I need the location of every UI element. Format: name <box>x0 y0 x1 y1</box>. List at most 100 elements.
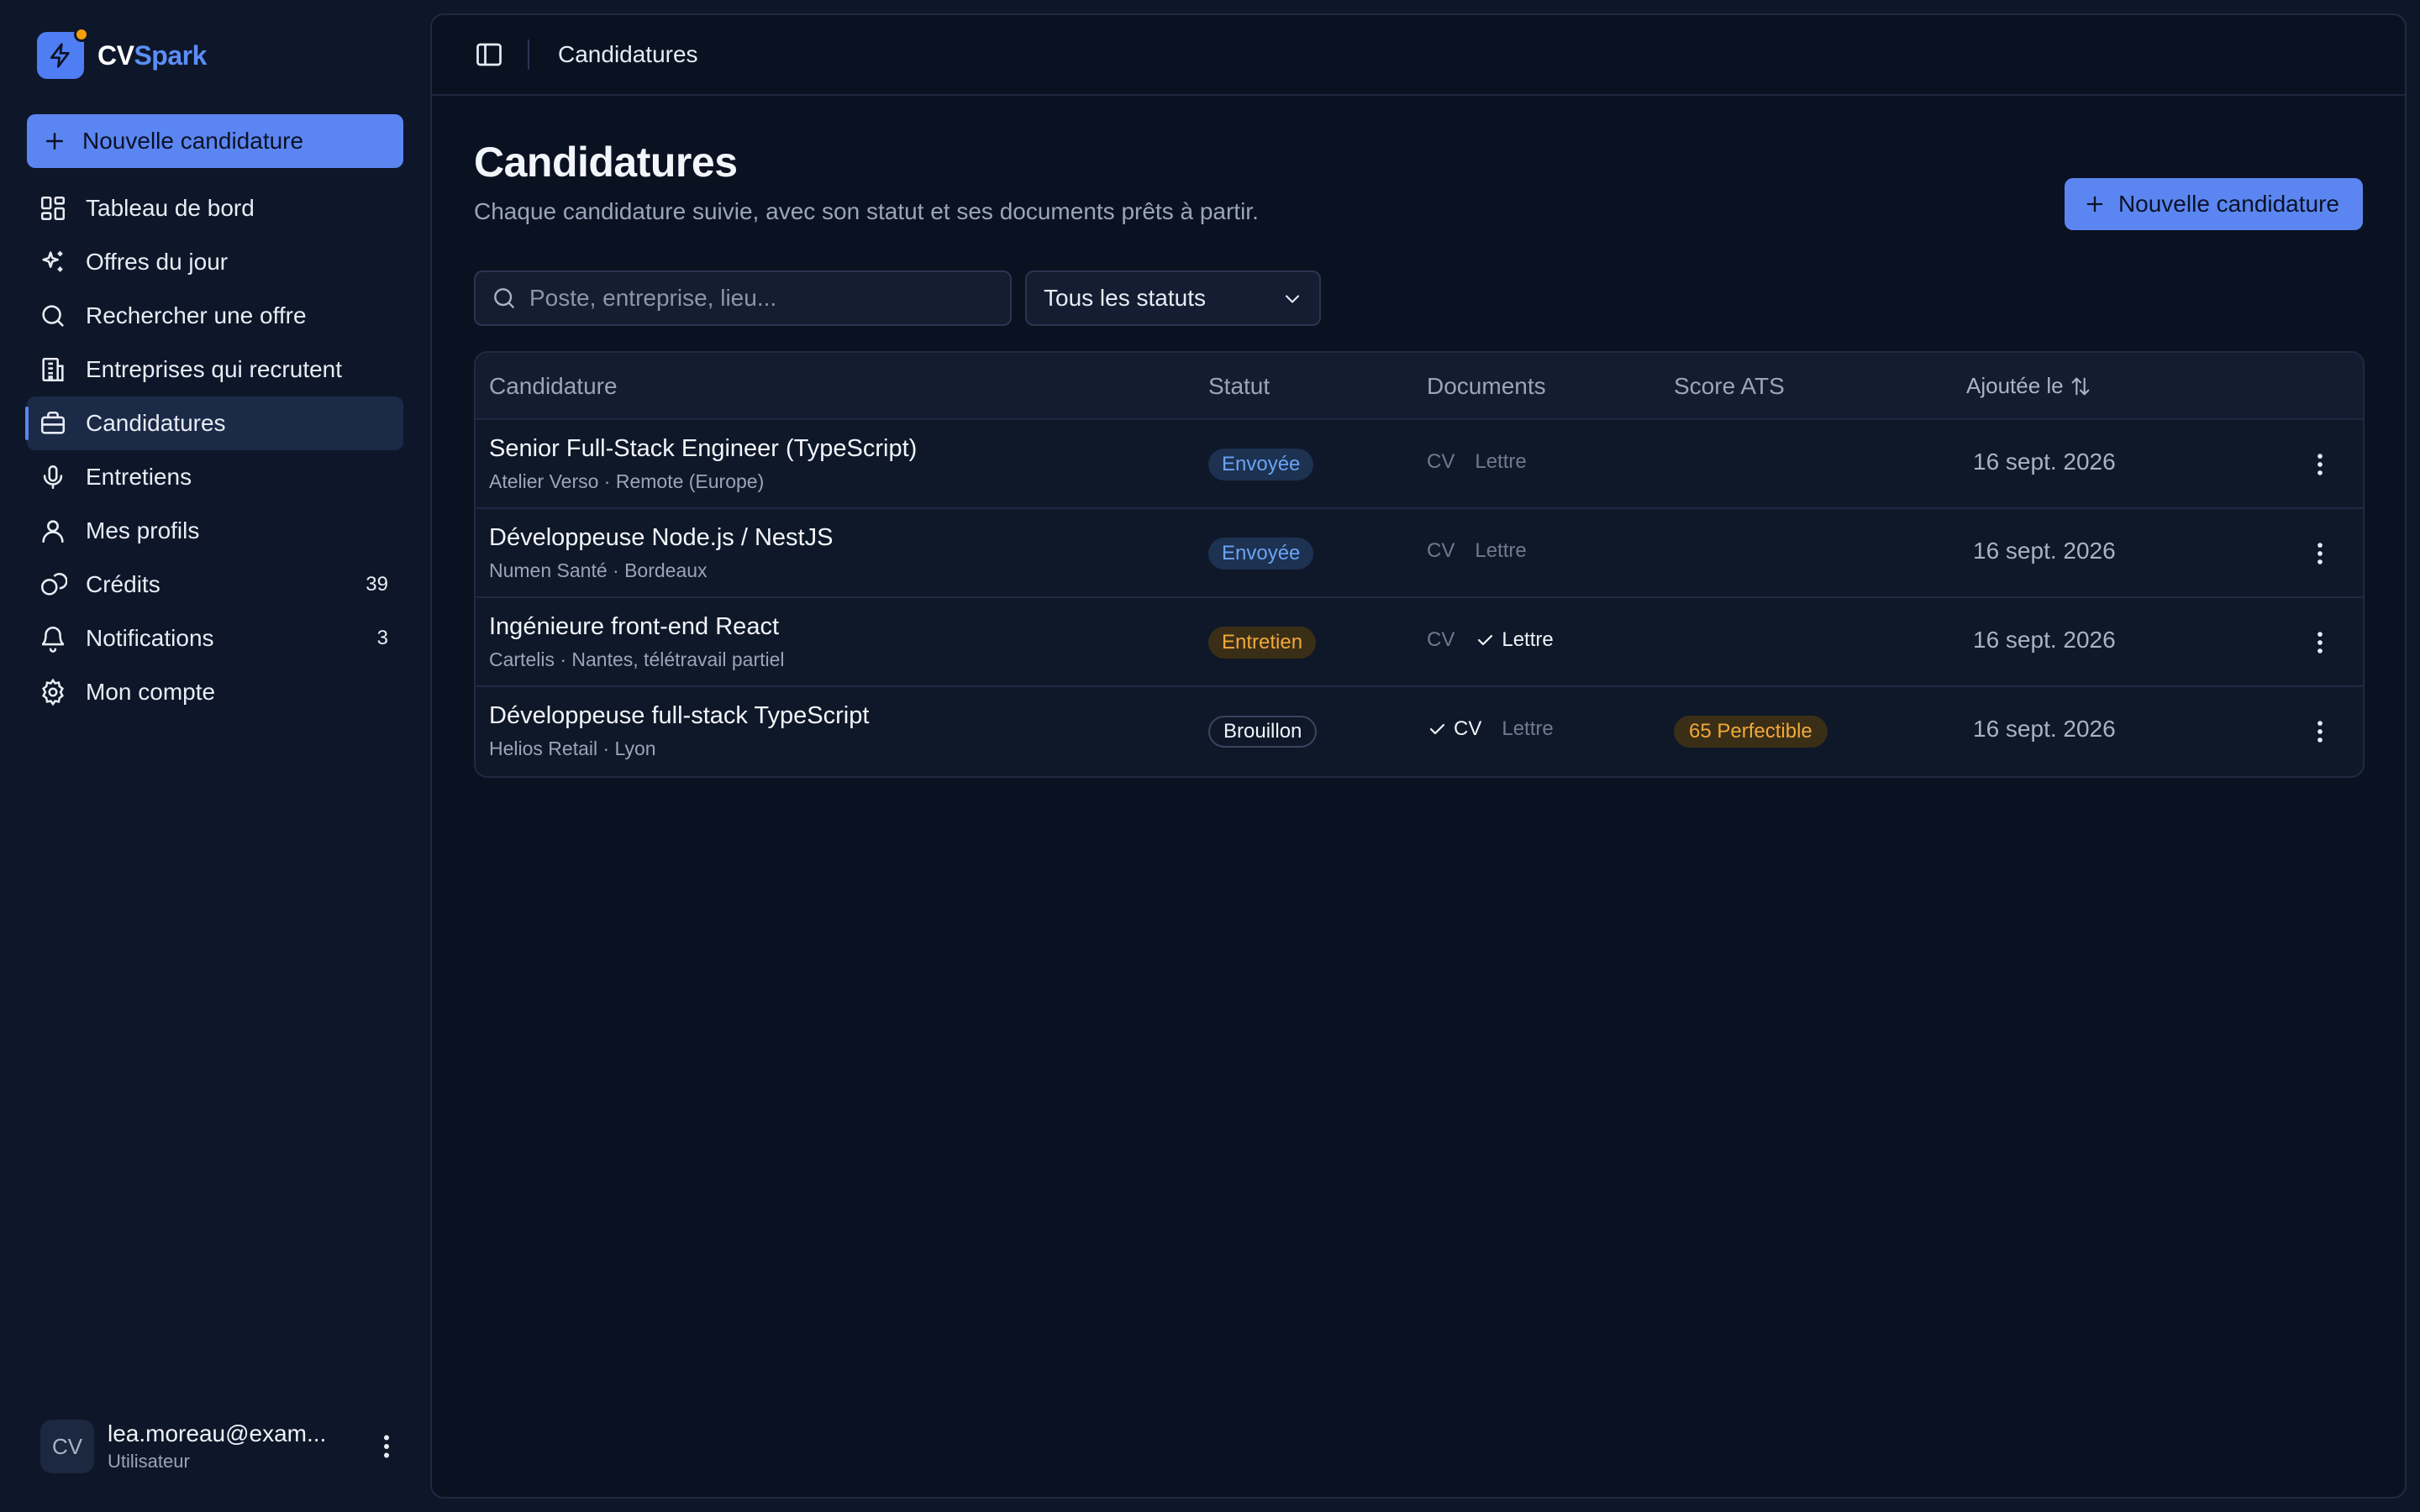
sidebar-item-applications[interactable]: Candidatures <box>25 396 403 450</box>
sparkles-icon <box>42 251 63 272</box>
document-letter[interactable]: Lettre <box>1475 450 1526 474</box>
sidebar-item-account[interactable]: Mon compte <box>27 665 403 719</box>
sidebar-toggle-icon[interactable] <box>474 39 504 70</box>
table-row[interactable]: Développeuse full-stack TypeScript Helio… <box>476 687 2363 776</box>
sidebar-item-label: Crédits <box>86 571 160 597</box>
sidebar-item-interviews[interactable]: Entretiens <box>27 450 403 504</box>
column-header-application: Candidature <box>489 373 618 399</box>
table-row[interactable]: Ingénieure front-end React Cartelis · Na… <box>476 598 2363 687</box>
ats-score-badge: 65 Perfectible <box>1674 716 1828 748</box>
user-card[interactable]: CV lea.moreau@exam... Utilisateur <box>40 1418 402 1475</box>
status-filter-select[interactable]: Tous les statuts <box>1025 270 1321 326</box>
document-letter[interactable]: Lettre <box>1502 717 1553 741</box>
sidebar-item-search-offer[interactable]: Rechercher une offre <box>27 289 403 343</box>
topbar-divider <box>528 39 529 70</box>
sidebar-new-application-button[interactable]: Nouvelle candidature <box>27 114 403 168</box>
application-company: Numen Santé · Bordeaux <box>489 559 708 581</box>
application-title[interactable]: Ingénieure front-end React <box>489 613 779 641</box>
document-cv[interactable]: CV <box>1427 628 1455 652</box>
more-vertical-icon[interactable] <box>2306 717 2334 746</box>
application-title[interactable]: Développeuse Node.js / NestJS <box>489 524 833 552</box>
chevron-down-icon <box>1285 295 1300 303</box>
sidebar-item-label: Tableau de bord <box>86 195 255 221</box>
new-application-button[interactable]: Nouvelle candidature <box>2064 178 2363 230</box>
document-letter-label: Lettre <box>1502 628 1554 651</box>
user-icon <box>42 520 64 543</box>
sidebar-item-label: Entretiens <box>86 464 192 490</box>
sidebar-item-label: Notifications <box>86 625 214 651</box>
user-email: lea.moreau@exam... <box>108 1420 327 1446</box>
sidebar-item-daily-offers[interactable]: Offres du jour <box>27 235 403 289</box>
sidebar-item-label: Mon compte <box>86 679 216 705</box>
application-company: Helios Retail · Lyon <box>489 738 656 759</box>
document-cv-label: CV <box>1454 717 1482 740</box>
user-role: Utilisateur <box>108 1451 190 1472</box>
search-box <box>474 270 1012 326</box>
sidebar-new-application-label: Nouvelle candidature <box>82 128 304 154</box>
sidebar-item-dashboard[interactable]: Tableau de bord <box>27 181 403 235</box>
more-vertical-icon[interactable] <box>2306 539 2334 568</box>
breadcrumb: Candidatures <box>558 41 698 67</box>
table-row[interactable]: Développeuse Node.js / NestJS Numen Sant… <box>476 509 2363 598</box>
avatar: CV <box>40 1420 94 1473</box>
brand[interactable]: CVSpark <box>37 27 207 79</box>
added-date: 16 sept. 2026 <box>1973 538 2116 564</box>
page-subtitle: Chaque candidature suivie, avec son stat… <box>474 198 1259 224</box>
sidebar-item-credits[interactable]: Crédits 39 <box>27 558 403 612</box>
sidebar-item-profiles[interactable]: Mes profils <box>27 504 403 558</box>
sidebar-item-notifications[interactable]: Notifications 3 <box>27 612 403 665</box>
status-badge: Envoyée <box>1208 449 1314 480</box>
column-header-documents: Documents <box>1427 373 1546 399</box>
search-icon <box>494 288 514 308</box>
status-filter-value: Tous les statuts <box>1044 285 1206 311</box>
added-date: 16 sept. 2026 <box>1973 627 2116 653</box>
document-cv[interactable]: CV <box>1427 717 1481 741</box>
sidebar-nav: Tableau de bord Offres du jour Recherche… <box>25 181 403 719</box>
brand-logo-icon <box>37 27 89 79</box>
main-panel: Candidatures Candidatures Chaque candida… <box>430 13 2407 1499</box>
document-letter-label: Lettre <box>1475 539 1527 562</box>
column-header-added-sort[interactable]: Ajoutée le <box>1966 373 2092 399</box>
column-header-ats: Score ATS <box>1674 373 1785 399</box>
status-badge: Brouillon <box>1208 716 1318 748</box>
more-vertical-icon[interactable] <box>2306 628 2334 657</box>
sidebar-item-label: Rechercher une offre <box>86 302 307 328</box>
column-header-added-label: Ajoutée le <box>1966 373 2064 398</box>
sidebar-item-label: Mes profils <box>86 517 200 543</box>
document-letter-label: Lettre <box>1475 450 1527 473</box>
document-cv-label: CV <box>1427 628 1455 651</box>
documents-cell: CV Lettre <box>1427 539 1547 563</box>
more-vertical-icon[interactable] <box>2306 450 2334 479</box>
document-letter[interactable]: Lettre <box>1475 539 1526 563</box>
document-letter[interactable]: Lettre <box>1475 628 1554 652</box>
document-cv[interactable]: CV <box>1427 539 1455 563</box>
sidebar-item-label: Offres du jour <box>86 249 229 275</box>
application-title[interactable]: Senior Full-Stack Engineer (TypeScript) <box>489 435 917 463</box>
sort-arrows-icon <box>2071 377 2090 395</box>
document-cv-label: CV <box>1427 539 1455 562</box>
user-info: lea.moreau@exam... Utilisateur <box>108 1420 351 1473</box>
status-badge: Entretien <box>1208 627 1317 659</box>
documents-cell: CV Lettre <box>1427 450 1547 474</box>
new-application-label: Nouvelle candidature <box>2118 191 2339 217</box>
plus-icon <box>46 133 63 150</box>
coins-icon <box>40 572 67 596</box>
search-input[interactable] <box>529 285 1000 312</box>
document-cv[interactable]: CV <box>1427 450 1455 474</box>
applications-table: Candidature Statut Documents Score ATS A… <box>474 351 2365 778</box>
check-icon <box>1478 634 1493 646</box>
table-row[interactable]: Senior Full-Stack Engineer (TypeScript) … <box>476 420 2363 509</box>
column-header-status: Statut <box>1208 373 1270 399</box>
sidebar-item-companies[interactable]: Entreprises qui recrutent <box>27 343 403 396</box>
documents-cell: CV Lettre <box>1427 717 1574 741</box>
brand-name-cv: CV <box>97 39 134 71</box>
more-vertical-icon[interactable] <box>371 1431 402 1462</box>
brand-name: CVSpark <box>97 40 207 71</box>
documents-cell: CV Lettre <box>1427 628 1574 652</box>
sidebar: CVSpark Nouvelle candidature Tableau de … <box>0 0 429 1512</box>
brand-name-spark: Spark <box>134 39 207 71</box>
application-title[interactable]: Développeuse full-stack TypeScript <box>489 702 869 730</box>
sidebar-item-label: Entreprises qui recrutent <box>86 356 343 382</box>
added-date: 16 sept. 2026 <box>1973 449 2116 475</box>
dashboard-icon <box>40 196 66 221</box>
